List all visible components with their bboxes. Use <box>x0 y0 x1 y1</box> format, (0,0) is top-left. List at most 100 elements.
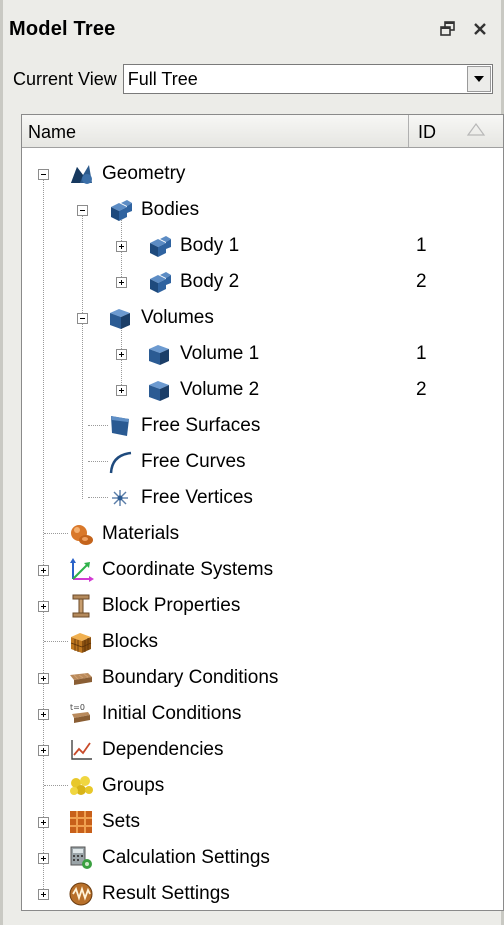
column-header-id[interactable]: ID <box>418 122 436 143</box>
volume-icon <box>107 305 133 331</box>
tree-item-label: Calculation Settings <box>102 847 270 868</box>
sets-icon <box>68 809 94 835</box>
tree-item-id: 1 <box>416 231 427 261</box>
tree-item-volume-1[interactable]: Volume 1 <box>146 339 259 369</box>
tree-item-label: Volume 2 <box>180 379 260 400</box>
expand-toggle[interactable] <box>116 349 127 360</box>
tree-item-blocks[interactable]: Blocks <box>68 627 158 657</box>
tree-item-label: Initial Conditions <box>102 703 242 724</box>
restore-icon[interactable] <box>439 20 457 38</box>
expand-toggle[interactable] <box>38 889 49 900</box>
materials-icon <box>68 521 94 547</box>
tree-line <box>44 533 68 534</box>
collapse-toggle[interactable] <box>77 313 88 324</box>
tree-item-id: 2 <box>416 267 427 297</box>
current-view-select[interactable]: Full Tree <box>122 64 493 94</box>
tree-item-label: Materials <box>102 523 180 544</box>
id-value: 1 <box>416 235 427 256</box>
tree-item-geometry[interactable]: Geometry <box>68 159 185 189</box>
tree-item-id: 1 <box>416 339 427 369</box>
tree-item-block-properties[interactable]: Block Properties <box>68 591 240 621</box>
tree-item-calculation-settings[interactable]: Calculation Settings <box>68 843 270 873</box>
tree-item-free-surfaces[interactable]: Free Surfaces <box>107 411 260 441</box>
tree-item-result-settings[interactable]: Result Settings <box>68 879 230 909</box>
current-view-row: Current View Full Tree <box>13 62 493 96</box>
expand-toggle[interactable] <box>116 385 127 396</box>
id-value: 2 <box>416 271 427 292</box>
tree-item-volumes[interactable]: Volumes <box>107 303 214 333</box>
tree-item-boundary-conditions[interactable]: Boundary Conditions <box>68 663 278 693</box>
collapse-toggle[interactable] <box>38 169 49 180</box>
tree-item-body-2[interactable]: Body 2 <box>146 267 239 297</box>
expand-toggle[interactable] <box>38 853 49 864</box>
chevron-down-icon[interactable] <box>467 66 491 92</box>
close-icon[interactable] <box>471 20 489 38</box>
tree-item-label: Bodies <box>141 199 200 220</box>
column-header-name[interactable]: Name <box>28 122 76 143</box>
tree-item-volume-2[interactable]: Volume 2 <box>146 375 259 405</box>
tree-item-dependencies[interactable]: Dependencies <box>68 735 223 765</box>
tree-line <box>88 425 108 426</box>
body-icon <box>146 233 172 259</box>
tree-item-label: Block Properties <box>102 595 241 616</box>
tree-item-materials[interactable]: Materials <box>68 519 179 549</box>
curve-icon <box>107 449 133 475</box>
expand-toggle[interactable] <box>116 241 127 252</box>
tree-item-label: Geometry <box>102 163 186 184</box>
tree-item-label: Free Surfaces <box>141 415 261 436</box>
tree-line <box>44 641 68 642</box>
coordinate-axes-icon <box>68 557 94 583</box>
expand-toggle[interactable] <box>38 817 49 828</box>
tree-item-coordinate-systems[interactable]: Coordinate Systems <box>68 555 273 585</box>
tree-item-free-curves[interactable]: Free Curves <box>107 447 246 477</box>
boundary-icon <box>68 665 94 691</box>
tree-item-label: Volume 1 <box>180 343 260 364</box>
volume-icon <box>146 377 172 403</box>
body-icon <box>107 197 133 223</box>
tree-item-bodies[interactable]: Bodies <box>107 195 199 225</box>
tree-view[interactable]: Name ID Geometry Bodies Body 1 1 Body 2 … <box>21 114 504 911</box>
tree-item-id: 2 <box>416 375 427 405</box>
vertex-icon <box>107 485 133 511</box>
tree-item-label: Blocks <box>102 631 158 652</box>
expand-toggle[interactable] <box>38 565 49 576</box>
tree-item-free-vertices[interactable]: Free Vertices <box>107 483 253 513</box>
tree-item-label: Result Settings <box>102 883 230 904</box>
tree-item-label: Boundary Conditions <box>102 667 279 688</box>
geometry-icon <box>68 161 94 187</box>
tree-item-label: Body 1 <box>180 235 240 256</box>
tree-item-label: Sets <box>102 811 141 832</box>
svg-text:t=0: t=0 <box>70 703 85 712</box>
tree-line <box>82 215 83 499</box>
tree-item-label: Free Curves <box>141 451 246 472</box>
current-view-label: Current View <box>13 68 117 89</box>
tree-item-initial-conditions[interactable]: t=0 Initial Conditions <box>68 699 241 729</box>
volume-icon <box>146 341 172 367</box>
tree-item-body-1[interactable]: Body 1 <box>146 231 239 261</box>
blocks-icon <box>68 629 94 655</box>
tree-header: Name ID <box>22 115 503 148</box>
chart-icon <box>68 737 94 763</box>
column-divider[interactable] <box>408 115 409 147</box>
expand-toggle[interactable] <box>38 601 49 612</box>
tree-item-groups[interactable]: Groups <box>68 771 164 801</box>
calculator-icon <box>68 845 94 871</box>
initial-conditions-icon: t=0 <box>68 701 94 727</box>
body-icon <box>146 269 172 295</box>
tree-item-label: Groups <box>102 775 165 796</box>
panel-titlebar: Model Tree <box>9 8 495 50</box>
id-value: 1 <box>416 343 427 364</box>
expand-toggle[interactable] <box>38 673 49 684</box>
id-value: 2 <box>416 379 427 400</box>
expand-toggle[interactable] <box>38 709 49 720</box>
collapse-toggle[interactable] <box>77 205 88 216</box>
tree-item-label: Free Vertices <box>141 487 253 508</box>
result-settings-icon <box>68 881 94 907</box>
tree-item-label: Coordinate Systems <box>102 559 274 580</box>
expand-toggle[interactable] <box>38 745 49 756</box>
tree-item-label: Body 2 <box>180 271 240 292</box>
sort-ascending-icon <box>466 121 486 142</box>
expand-toggle[interactable] <box>116 277 127 288</box>
tree-item-sets[interactable]: Sets <box>68 807 140 837</box>
panel-title: Model Tree <box>9 17 116 40</box>
